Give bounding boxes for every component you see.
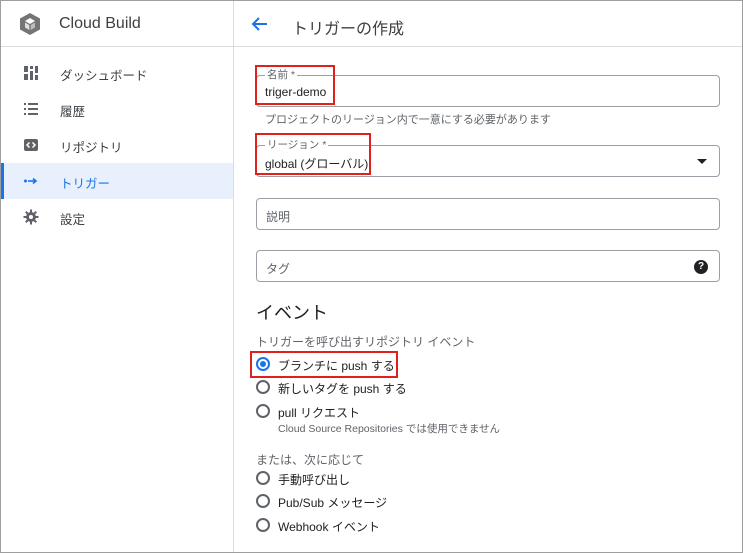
sidebar-item-triggers[interactable]: トリガー	[1, 163, 233, 199]
sidebar-item-label: トリガー	[60, 177, 111, 191]
radio-label: 新しいタグを push する	[278, 382, 407, 396]
sidebar-item-label: リポジトリ	[60, 141, 123, 155]
sidebar-item-repositories[interactable]: リポジトリ	[1, 127, 233, 163]
sidebar-item-label: ダッシュボード	[60, 69, 148, 83]
radio-button[interactable]	[256, 518, 270, 532]
radio-button[interactable]	[256, 494, 270, 508]
active-indicator	[1, 163, 4, 199]
trigger-icon	[24, 177, 38, 185]
page-header: トリガーの作成	[234, 1, 742, 47]
region-select-value: global (グローバル)	[265, 157, 369, 171]
radio-button[interactable]	[256, 471, 270, 485]
pull-request-description: Cloud Source Repositories では使用できません	[278, 423, 500, 435]
name-hint: プロジェクトのリージョン内で一意にする必要があります	[265, 114, 551, 126]
radio-label: 手動呼び出し	[278, 473, 351, 487]
sidebar: Cloud Build ダッシュボード 履歴 リポジトリ トリガー 設定	[1, 1, 234, 552]
description-placeholder: 説明	[266, 210, 291, 224]
name-field-value: triger-demo	[265, 85, 327, 99]
cloud-build-icon	[20, 13, 40, 35]
name-field-label: 名前 *	[265, 69, 298, 81]
event-section-title: イベント	[256, 303, 328, 323]
repository-icon	[24, 139, 38, 151]
event-section-subtitle: トリガーを呼び出すリポジトリ イベント	[256, 335, 476, 349]
alt-event-subtitle: または、次に応じて	[256, 453, 365, 467]
sidebar-item-label: 履歴	[60, 105, 86, 119]
radio-label: Webhook イベント	[278, 520, 380, 534]
sidebar-item-settings[interactable]: 設定	[1, 199, 233, 235]
page-title: トリガーの作成	[292, 21, 405, 38]
sidebar-item-dashboard[interactable]: ダッシュボード	[1, 55, 233, 91]
history-list-icon	[24, 103, 38, 115]
sidebar-item-label: 設定	[60, 213, 86, 227]
radio-label: pull リクエスト	[278, 406, 361, 420]
region-select-label: リージョン *	[265, 139, 329, 151]
window-frame: Cloud Build ダッシュボード 履歴 リポジトリ トリガー 設定 トリガ…	[0, 0, 743, 553]
radio-button[interactable]	[256, 380, 270, 394]
sidebar-item-history[interactable]: 履歴	[1, 91, 233, 127]
name-field[interactable]: 名前 * triger-demo	[256, 69, 720, 107]
region-select[interactable]: リージョン * global (グローバル)	[256, 139, 720, 177]
radio-button[interactable]	[256, 404, 270, 418]
help-icon[interactable]: ?	[694, 260, 708, 274]
app-title: Cloud Build	[59, 15, 141, 32]
radio-label: ブランチに push する	[278, 359, 395, 373]
radio-button[interactable]	[256, 357, 270, 371]
gear-icon	[23, 209, 39, 225]
radio-label: Pub/Sub メッセージ	[278, 496, 388, 510]
description-field[interactable]: 説明	[256, 198, 720, 230]
tags-placeholder: タグ	[266, 262, 291, 276]
arrow-back-icon[interactable]	[250, 14, 270, 34]
dashboard-icon	[24, 66, 38, 80]
tags-field[interactable]: タグ ?	[256, 250, 720, 282]
dropdown-arrow-icon	[697, 159, 707, 164]
brand-header: Cloud Build	[1, 1, 233, 47]
